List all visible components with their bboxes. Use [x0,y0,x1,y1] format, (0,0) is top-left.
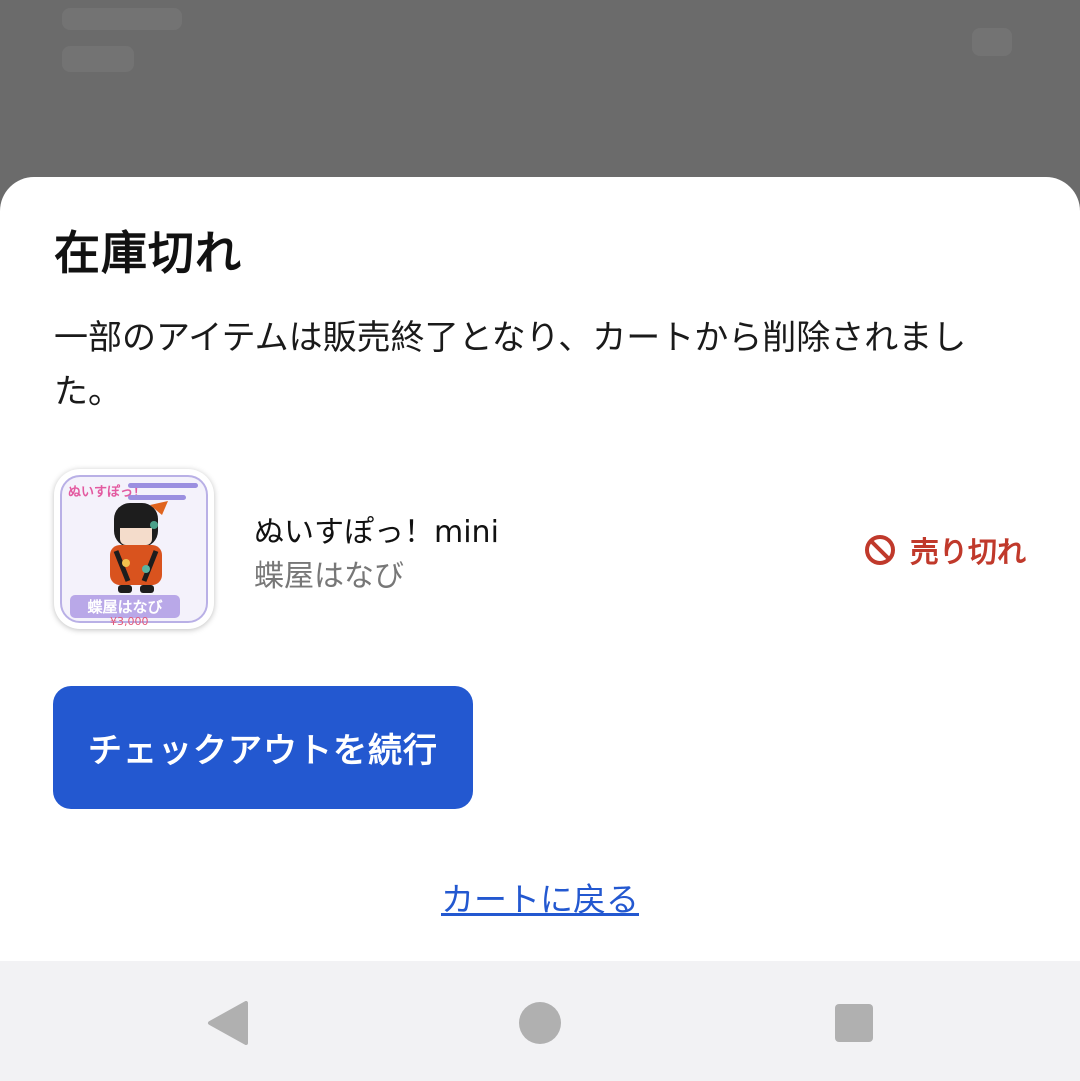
back-icon[interactable] [206,1001,250,1045]
item-variant: 蝶屋はなび [254,559,404,594]
android-navigation-bar [0,961,1080,1081]
no-entry-icon [864,535,895,565]
dialog-message: 一部のアイテムは販売終了となり、カートから削除されました。 [54,318,967,412]
removed-item: ぬいすぽっ！ 蝶屋はなび ¥3,000 ぬいすぽっ！mini 蝶屋はなび 売り切… [54,469,1026,631]
background-page [0,0,1080,185]
background-text [62,8,182,30]
thumbnail-price: ¥3,000 [110,615,149,628]
dialog-title: 在庫切れ [54,226,242,280]
back-to-cart-link[interactable]: カートに戻る [0,873,1080,921]
item-name: ぬいすぽっ！mini [254,515,499,550]
recents-icon[interactable] [832,1001,876,1045]
product-thumbnail: ぬいすぽっ！ 蝶屋はなび ¥3,000 [54,469,214,629]
plush-figure-image [110,501,168,593]
background-text [62,46,134,72]
sold-out-label: 売り切れ [909,535,1026,569]
continue-checkout-button[interactable]: チェックアウトを続行 [53,686,473,809]
background-icon [972,28,1012,56]
sold-out-badge: 売り切れ [864,529,1026,571]
home-icon[interactable] [518,1001,562,1045]
out-of-stock-sheet: 在庫切れ 一部のアイテムは販売終了となり、カートから削除されました。 ぬいすぽっ… [0,177,1080,961]
